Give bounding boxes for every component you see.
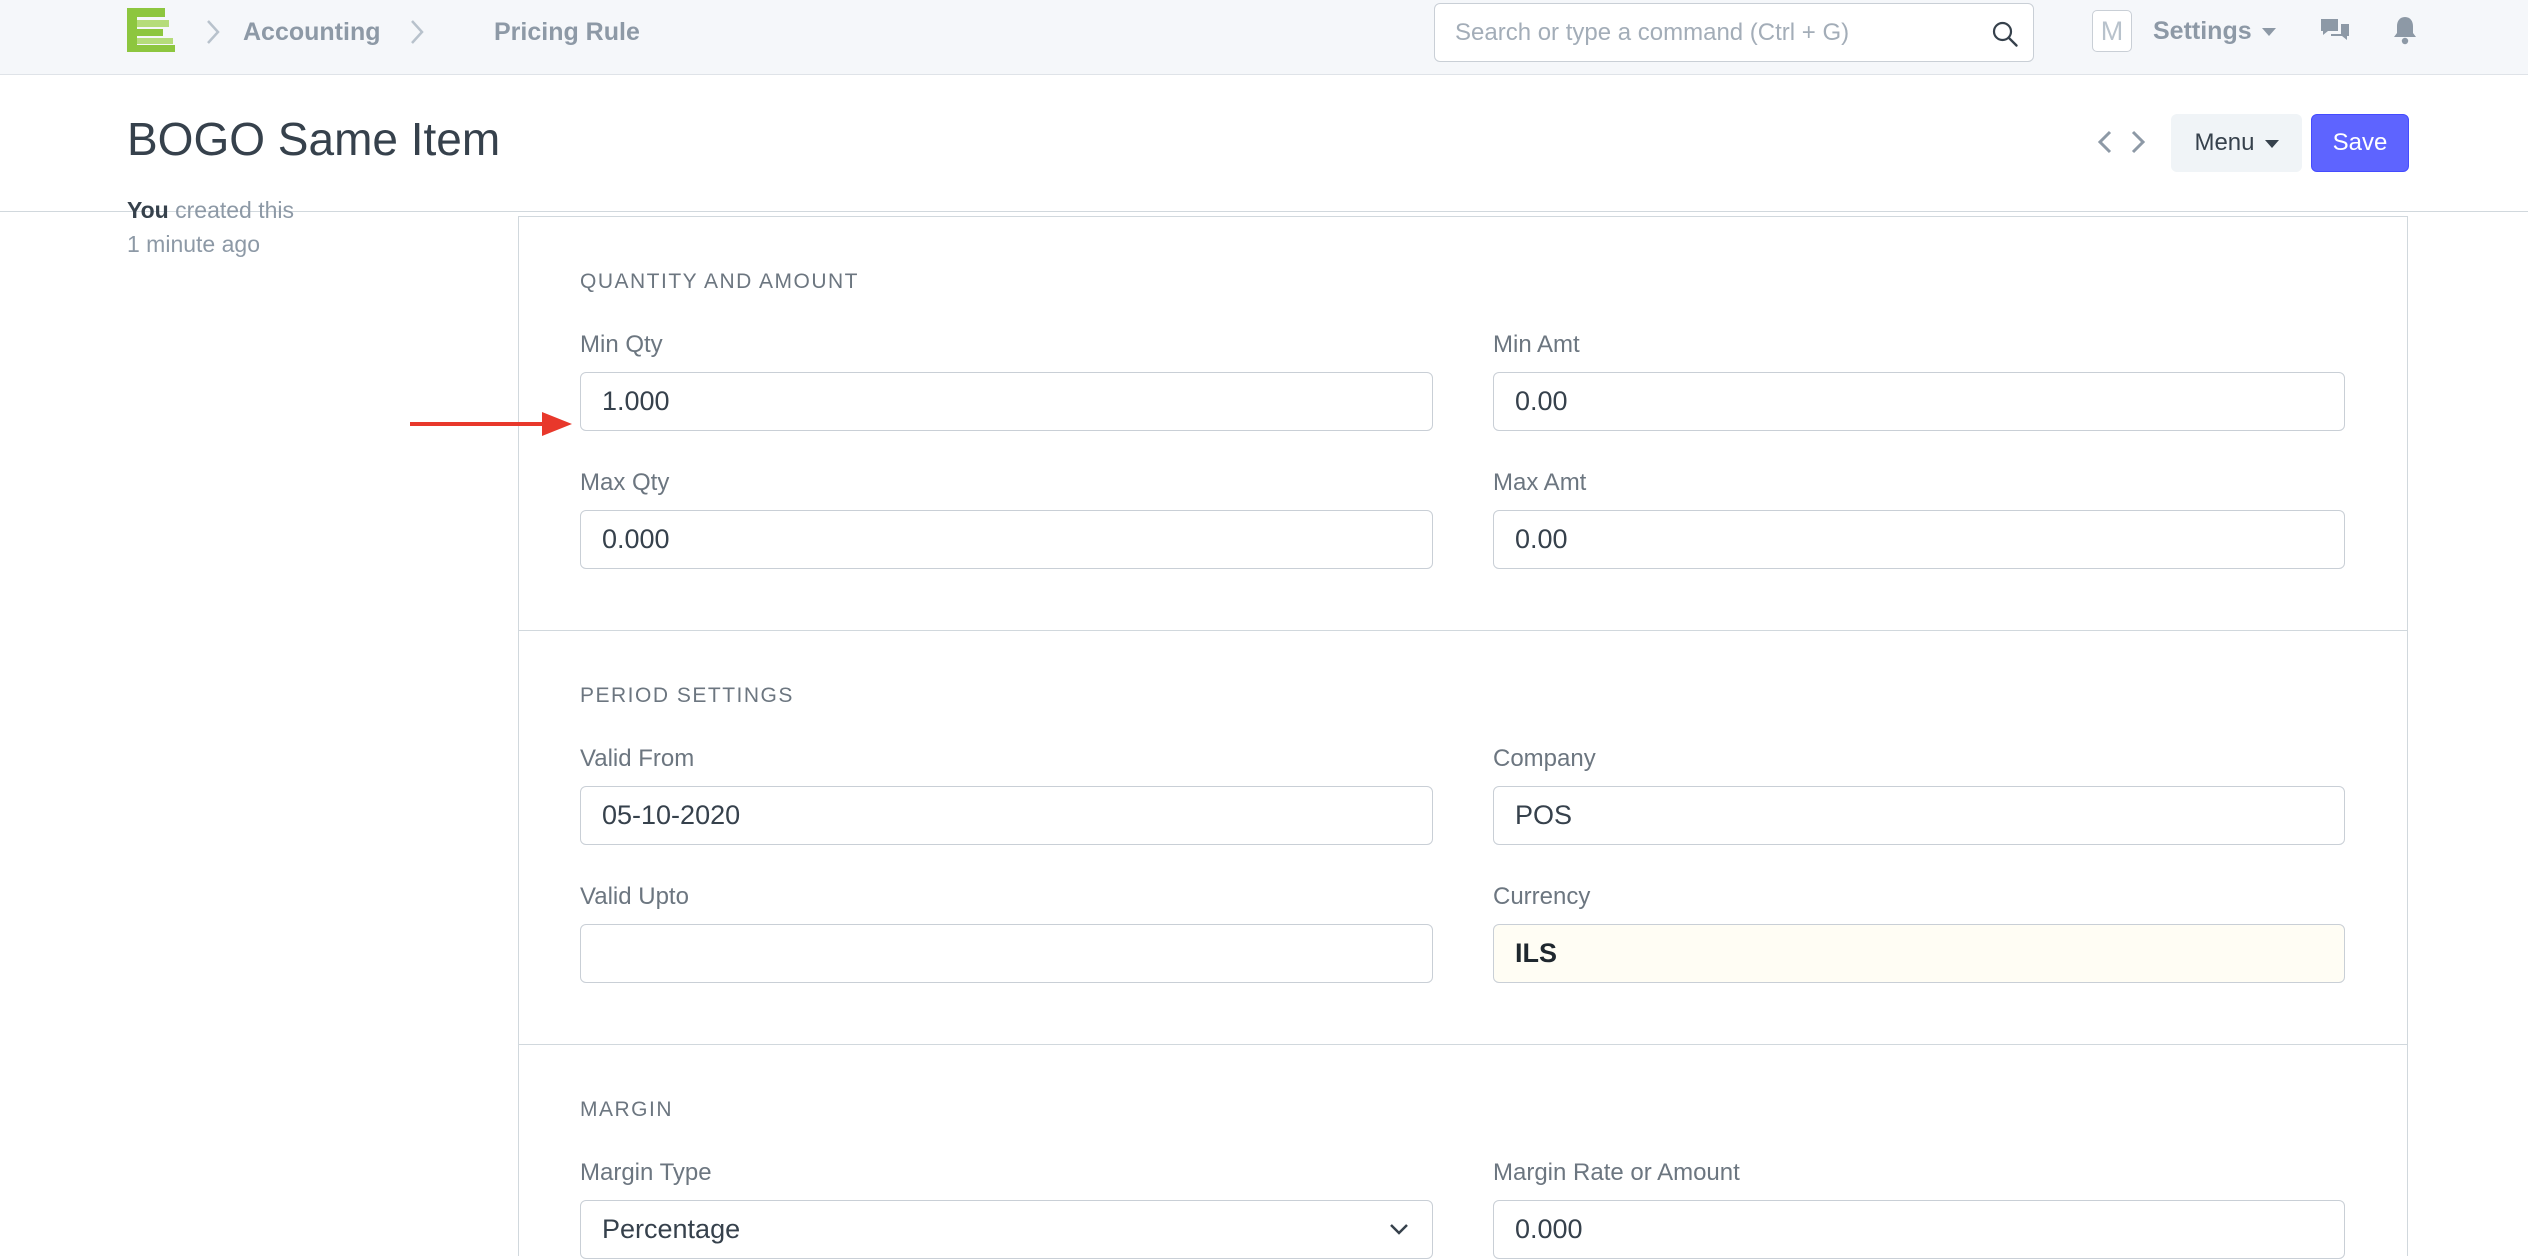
breadcrumb-pricing-rule[interactable]: Pricing Rule [494, 18, 640, 46]
created-by-user[interactable]: You [127, 197, 169, 223]
max-qty-label: Max Qty [580, 469, 670, 496]
settings-label: Settings [2153, 17, 2252, 45]
search-icon[interactable] [1991, 20, 2019, 48]
margin-rate-input[interactable] [1493, 1200, 2345, 1259]
valid-upto-input[interactable] [580, 924, 1433, 983]
max-amt-input[interactable] [1493, 510, 2345, 569]
created-text: created this [175, 197, 295, 223]
section-heading-margin: Margin [580, 1098, 673, 1121]
menu-button[interactable]: Menu [2171, 114, 2302, 172]
min-qty-input[interactable] [580, 372, 1433, 431]
max-amt-label: Max Amt [1493, 469, 1587, 496]
section-divider [518, 216, 2408, 217]
page-title: BOGO Same Item [127, 113, 501, 165]
user-avatar[interactable]: M [2092, 10, 2132, 52]
margin-type-select[interactable]: Percentage [580, 1200, 1433, 1259]
currency-label: Currency [1493, 883, 1591, 910]
created-by-text: You created this [127, 196, 294, 224]
margin-rate-label: Margin Rate or Amount [1493, 1159, 1740, 1186]
chevron-right-icon[interactable] [2128, 128, 2148, 156]
company-label: Company [1493, 745, 1596, 772]
created-time: 1 minute ago [127, 231, 260, 257]
chevron-down-icon [1390, 1224, 1408, 1235]
breadcrumb-accounting[interactable]: Accounting [243, 18, 381, 46]
erpnext-logo-icon[interactable] [127, 8, 177, 52]
currency-input[interactable] [1493, 924, 2345, 983]
top-navbar: Accounting Pricing Rule M Settings [0, 0, 2528, 75]
search-input[interactable] [1455, 16, 1975, 50]
min-amt-label: Min Amt [1493, 331, 1580, 358]
section-heading-period: Period Settings [580, 684, 794, 707]
margin-type-label: Margin Type [580, 1159, 712, 1186]
menu-label: Menu [2194, 129, 2255, 156]
valid-upto-label: Valid Upto [580, 883, 689, 910]
min-amt-input[interactable] [1493, 372, 2345, 431]
annotation-arrow-icon [410, 412, 572, 436]
company-input[interactable] [1493, 786, 2345, 845]
section-heading-quantity: Quantity and Amount [580, 270, 859, 293]
valid-from-input[interactable] [580, 786, 1433, 845]
chat-icon[interactable] [2319, 16, 2351, 46]
max-qty-input[interactable] [580, 510, 1433, 569]
caret-down-icon [2264, 139, 2279, 148]
section-divider [518, 1044, 2408, 1045]
min-qty-label: Min Qty [580, 331, 663, 358]
chevron-right-icon [411, 20, 424, 44]
valid-from-label: Valid From [580, 745, 695, 772]
notification-bell-icon[interactable] [2391, 14, 2419, 46]
chevron-right-icon [207, 20, 220, 44]
chevron-left-icon[interactable] [2095, 128, 2115, 156]
caret-down-icon [2261, 28, 2276, 37]
margin-type-value: Percentage [602, 1214, 741, 1244]
section-divider [518, 630, 2408, 631]
save-button[interactable]: Save [2311, 114, 2409, 172]
search-bar[interactable] [1434, 3, 2034, 62]
page-header: BOGO Same Item Menu Save [0, 76, 2528, 212]
settings-dropdown[interactable]: Settings [2153, 14, 2276, 48]
